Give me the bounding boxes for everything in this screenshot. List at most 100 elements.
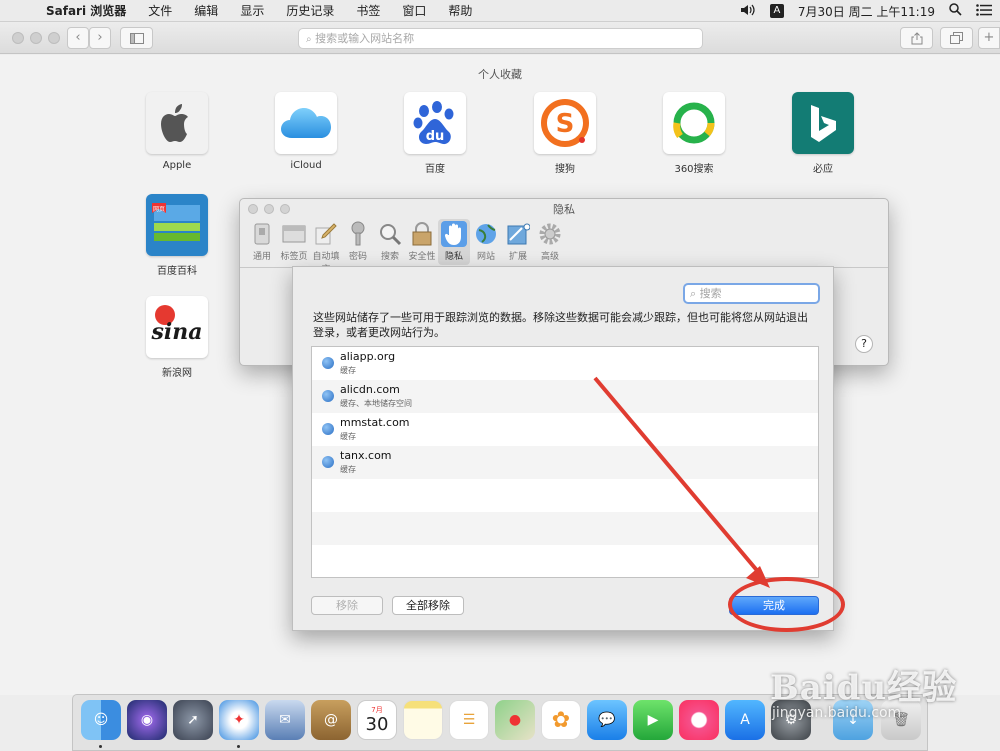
website-data-sheet: ⌕ 搜索 这些网站储存了一些可用于跟踪浏览的数据。移除这些数据可能会减少跟踪，但… [292, 266, 834, 631]
spotlight-icon[interactable] [949, 3, 962, 19]
favorite-360[interactable]: 360搜索 [654, 92, 734, 175]
photos-icon[interactable]: ✿ [541, 700, 581, 740]
close-window-button[interactable] [12, 32, 24, 44]
cloud-icon [281, 108, 331, 138]
messages-icon[interactable]: 💬 [587, 700, 627, 740]
list-item[interactable]: alicdn.com 缓存、本地储存空间 [312, 380, 818, 413]
360-logo-icon [673, 102, 715, 144]
favorite-sina[interactable]: sina 新浪网 [137, 296, 217, 379]
menu-clock[interactable]: 7月30日 周二 上午11:19 [798, 3, 935, 20]
menu-help[interactable]: 帮助 [437, 0, 483, 22]
globe-icon [322, 423, 334, 435]
menu-window[interactable]: 窗口 [391, 0, 437, 22]
sidebar-button[interactable] [120, 27, 153, 49]
maps-icon[interactable]: ● [495, 700, 535, 740]
minimize-window-button[interactable] [30, 32, 42, 44]
address-bar[interactable]: ⌕ 搜索或输入网站名称 [298, 28, 703, 49]
search-placeholder: 搜索 [699, 287, 722, 300]
finder-icon[interactable]: ☺ [81, 700, 121, 740]
favorite-label: 新浪网 [162, 368, 192, 379]
menu-view[interactable]: 显示 [229, 0, 275, 22]
menu-bar: Safari 浏览器 文件 编辑 显示 历史记录 书签 窗口 帮助 A 7月30… [0, 0, 1000, 22]
svg-text:sina: sina [151, 319, 203, 345]
calendar-icon[interactable]: 7月 30 [357, 700, 397, 740]
svg-text:du: du [426, 129, 445, 144]
tab-websites[interactable]: 网站 [470, 219, 502, 265]
magnifier-icon [380, 224, 402, 246]
list-item[interactable]: mmstat.com 缓存 [312, 413, 818, 446]
menu-history[interactable]: 历史记录 [275, 0, 345, 22]
remove-all-button[interactable]: 全部移除 [392, 596, 464, 615]
remove-button[interactable]: 移除 [311, 596, 383, 615]
help-button[interactable]: ? [855, 335, 873, 353]
tab-autofill[interactable]: 自动填充 [310, 219, 342, 275]
favorite-baidu[interactable]: du 百度 [395, 92, 475, 175]
sheet-description: 这些网站储存了一些可用于跟踪浏览的数据。移除这些数据可能会减少跟踪，但也可能将您… [313, 311, 808, 339]
menu-edit[interactable]: 编辑 [183, 0, 229, 22]
tab-general[interactable]: 通用 [246, 219, 278, 265]
plus-icon: + [983, 30, 995, 45]
reminders-icon[interactable]: ☰ [449, 700, 489, 740]
chevron-left-icon: ‹ [75, 30, 81, 45]
favorite-label: 百度 [425, 164, 445, 175]
puzzle-icon [507, 223, 530, 245]
search-icon: ⌕ [306, 34, 312, 45]
favorite-label: Apple [162, 160, 192, 171]
launchpad-icon[interactable]: ➚ [173, 700, 213, 740]
chevron-right-icon: › [97, 30, 103, 45]
safari-icon[interactable]: ✦ [219, 700, 259, 740]
tab-security[interactable]: 安全性 [406, 219, 438, 265]
favorite-icloud[interactable]: iCloud [266, 92, 346, 171]
favorite-baidu-baike[interactable]: 网页 百度百科 [137, 194, 217, 277]
menu-file[interactable]: 文件 [137, 0, 183, 22]
tab-advanced[interactable]: 高级 [534, 219, 566, 265]
favorite-apple[interactable]: Apple [137, 92, 217, 171]
prefs-title: 隐私 [553, 203, 575, 216]
favorite-label: 百度百科 [157, 266, 197, 277]
tab-passwords[interactable]: 密码 [342, 219, 374, 265]
favorite-label: iCloud [290, 160, 322, 171]
tab-overview-button[interactable] [940, 27, 973, 49]
baidu-paw-icon: du [413, 101, 454, 145]
menu-app-name[interactable]: Safari 浏览器 [46, 0, 137, 22]
tab-search[interactable]: 搜索 [374, 219, 406, 265]
facetime-icon[interactable]: ▶ [633, 700, 673, 740]
contacts-icon[interactable]: @ [311, 700, 351, 740]
website-data-search-field[interactable]: ⌕ 搜索 [683, 283, 820, 304]
baike-book-icon: 网页 [150, 201, 204, 245]
favorite-sogou[interactable]: S 搜狗 [525, 92, 605, 175]
tab-tabs[interactable]: 标签页 [278, 219, 310, 265]
zoom-window-button[interactable] [48, 32, 60, 44]
menu-bookmarks[interactable]: 书签 [345, 0, 391, 22]
forward-button[interactable]: › [89, 27, 111, 49]
annotation-ellipse [728, 577, 845, 632]
website-data-list[interactable]: aliapp.org 缓存 alicdn.com 缓存、本地储存空间 mmsta… [311, 346, 819, 578]
share-button[interactable] [900, 27, 933, 49]
notification-center-icon[interactable] [976, 3, 992, 19]
back-button[interactable]: ‹ [67, 27, 89, 49]
sidebar-icon [129, 33, 144, 44]
sina-logo-icon: sina [151, 305, 203, 345]
watermark: Baidu经验 jingyan.baidu.com [770, 660, 957, 721]
key-icon [351, 221, 365, 246]
globe-icon [322, 456, 334, 468]
hand-icon [445, 223, 461, 245]
list-item[interactable]: aliapp.org 缓存 [312, 347, 818, 380]
volume-icon[interactable] [740, 4, 756, 19]
notes-icon[interactable] [403, 700, 443, 740]
itunes-icon[interactable]: ♫ [679, 700, 719, 740]
globe-icon [322, 357, 334, 369]
svg-text:网页: 网页 [153, 206, 165, 213]
tab-privacy[interactable]: 隐私 [438, 219, 470, 265]
siri-icon[interactable]: ◉ [127, 700, 167, 740]
safari-toolbar: ‹ › ⌕ 搜索或输入网站名称 + [0, 22, 1000, 54]
new-tab-button[interactable]: + [978, 27, 1000, 49]
tab-extensions[interactable]: 扩展 [502, 219, 534, 265]
input-method-icon[interactable]: A [769, 4, 784, 18]
mail-icon[interactable]: ✉ [265, 700, 305, 740]
favorite-bing[interactable]: 必应 [783, 92, 863, 175]
share-icon [911, 32, 922, 45]
app-store-icon[interactable]: A [725, 700, 765, 740]
baidu-jingyan-logo: Baidu经验 [770, 668, 958, 708]
list-item[interactable]: tanx.com 缓存 [312, 446, 818, 479]
